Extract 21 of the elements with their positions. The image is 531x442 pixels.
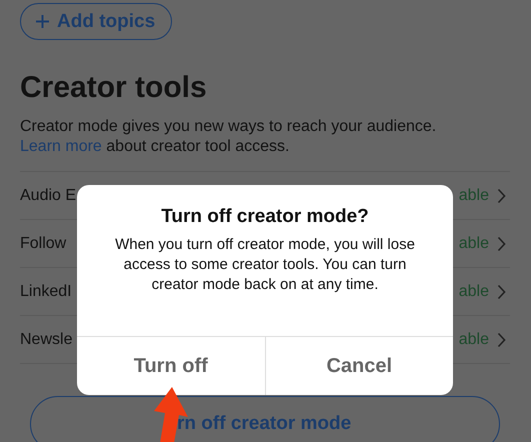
tool-name: Follow [20, 234, 66, 252]
tool-status: able [458, 186, 489, 204]
chevron-right-icon[interactable] [497, 332, 506, 348]
learn-more-link[interactable]: Learn more [20, 138, 102, 155]
section-title: Creator tools [20, 70, 208, 106]
dialog-message: When you turn off creator mode, you will lose access to some creator tools. You can turn creator mode back on at any time. [114, 235, 416, 295]
cancel-button[interactable]: Cancel [264, 337, 453, 395]
tool-name: Newsle [20, 330, 72, 348]
tool-status: able [458, 330, 489, 348]
plus-icon [35, 14, 50, 29]
add-topics-button[interactable]: Add topics [20, 3, 172, 40]
tool-name: LinkedI [20, 282, 72, 300]
tool-status: able [458, 234, 489, 252]
dialog-title: Turn off creator mode? [161, 205, 369, 229]
tool-name: Audio E [20, 186, 76, 204]
chevron-right-icon[interactable] [497, 284, 506, 300]
section-description: Creator mode gives you new ways to reach your audience. Learn more about creator tool access. [20, 117, 438, 157]
chevron-right-icon[interactable] [497, 236, 506, 252]
tool-status: able [458, 282, 489, 300]
chevron-right-icon[interactable] [497, 188, 506, 204]
turn-off-button[interactable]: Turn off [77, 337, 264, 395]
